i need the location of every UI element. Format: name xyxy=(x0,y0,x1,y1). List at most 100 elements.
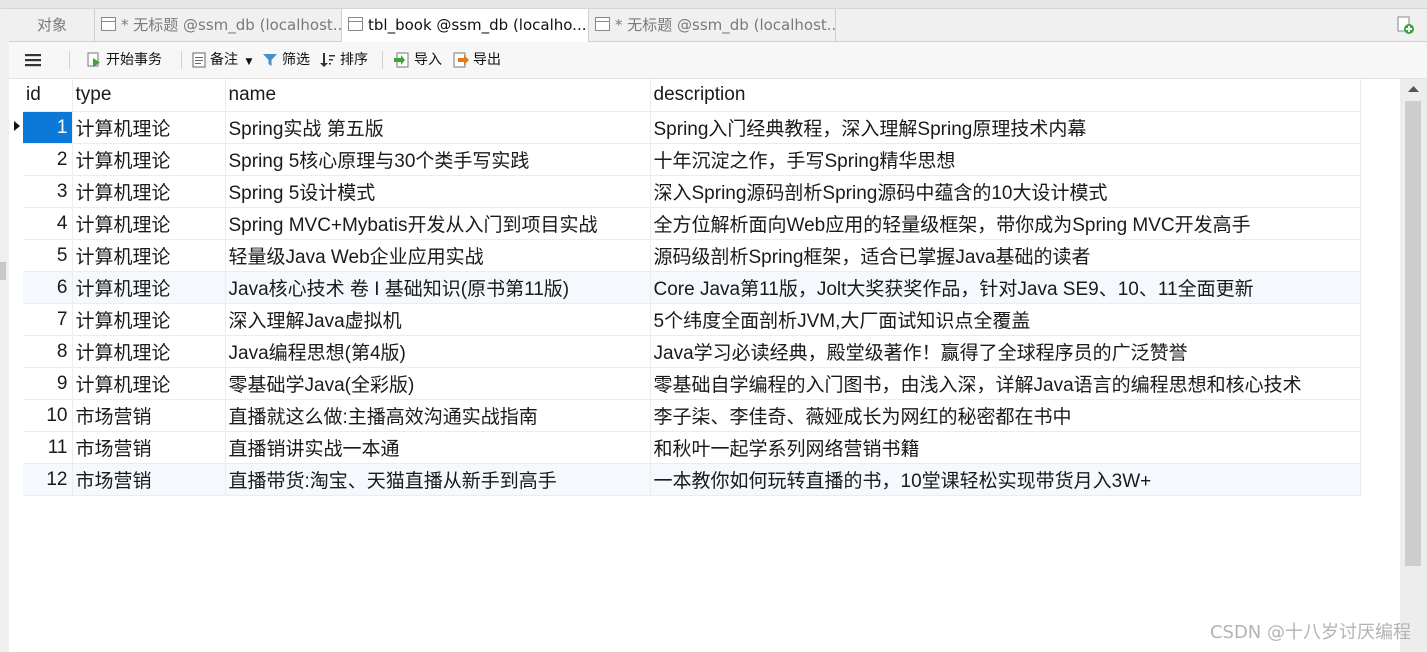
splitter-handle[interactable] xyxy=(0,262,6,280)
table-row[interactable]: 8 计算机理论 Java编程思想(第4版) Java学习必读经典，殿堂级著作！赢… xyxy=(23,335,1361,368)
tab-untitled-query-1[interactable]: * 无标题 @ssm_db (localhost... xyxy=(95,9,342,41)
memo-icon xyxy=(192,52,206,68)
tab-label: 对象 xyxy=(37,16,68,34)
cell-name[interactable]: 直播就这么做:主播高效沟通实战指南 xyxy=(225,399,651,432)
cell-name[interactable]: Java核心技术 卷 I 基础知识(原书第11版) xyxy=(225,271,651,304)
cell-type[interactable]: 计算机理论 xyxy=(72,239,226,272)
tab-untitled-query-2[interactable]: * 无标题 @ssm_db (localhost... xyxy=(589,9,836,41)
cell-name[interactable]: 零基础学Java(全彩版) xyxy=(225,367,651,400)
cell-id[interactable]: 6 xyxy=(23,271,73,304)
column-header-name[interactable]: name xyxy=(225,79,651,112)
new-query-icon[interactable] xyxy=(1395,15,1415,35)
cell-name[interactable]: Spring MVC+Mybatis开发从入门到项目实战 xyxy=(225,207,651,240)
tab-objects[interactable]: 对象 xyxy=(9,9,95,41)
export-button[interactable]: 导出 xyxy=(453,42,501,78)
toolbar: 开始事务 备注 ▼ 筛选 排序 导入 导出 xyxy=(9,42,1427,79)
cell-id[interactable]: 9 xyxy=(23,367,73,400)
cell-description[interactable]: Java学习必读经典，殿堂级著作！赢得了全球程序员的广泛赞誉 xyxy=(650,335,1361,368)
scroll-up-icon[interactable] xyxy=(1400,79,1427,99)
column-header-type[interactable]: type xyxy=(72,79,226,112)
begin-transaction-button[interactable]: 开始事务 xyxy=(86,42,162,78)
cell-type[interactable]: 计算机理论 xyxy=(72,303,226,336)
cell-type[interactable]: 计算机理论 xyxy=(72,335,226,368)
cell-type[interactable]: 市场营销 xyxy=(72,431,226,464)
toolbar-separator xyxy=(382,51,383,69)
watermark: CSDN @十八岁讨厌编程 xyxy=(1209,622,1411,643)
table-row[interactable]: 12 市场营销 直播带货:淘宝、天猫直播从新手到高手 一本教你如何玩转直播的书，… xyxy=(23,463,1361,496)
cell-description[interactable]: 一本教你如何玩转直播的书，10堂课轻松实现带货月入3W+ xyxy=(650,463,1361,496)
cell-type[interactable]: 计算机理论 xyxy=(72,207,226,240)
table-row[interactable]: 4 计算机理论 Spring MVC+Mybatis开发从入门到项目实战 全方位… xyxy=(23,207,1361,240)
vertical-scrollbar[interactable] xyxy=(1400,79,1427,652)
column-header-id[interactable]: id xyxy=(23,79,73,112)
cell-type[interactable]: 计算机理论 xyxy=(72,367,226,400)
cell-name[interactable]: Spring实战 第五版 xyxy=(225,111,651,144)
cell-description[interactable]: 零基础自学编程的入门图书，由浅入深，详解Java语言的编程思想和核心技术 xyxy=(650,367,1361,400)
cell-description[interactable]: 李子柒、李佳奇、薇娅成长为网红的秘密都在书中 xyxy=(650,399,1361,432)
tab-bar: 对象 * 无标题 @ssm_db (localhost... tbl_book … xyxy=(9,9,1427,42)
cell-type[interactable]: 计算机理论 xyxy=(72,175,226,208)
begin-transaction-label: 开始事务 xyxy=(106,52,162,68)
cell-type[interactable]: 市场营销 xyxy=(72,399,226,432)
cell-name[interactable]: Spring 5设计模式 xyxy=(225,175,651,208)
cell-id[interactable]: 1 xyxy=(23,111,73,144)
cell-id[interactable]: 11 xyxy=(23,431,73,464)
cell-id[interactable]: 5 xyxy=(23,239,73,272)
cell-name[interactable]: 深入理解Java虚拟机 xyxy=(225,303,651,336)
cell-name[interactable]: 直播带货:淘宝、天猫直播从新手到高手 xyxy=(225,463,651,496)
table-row[interactable]: 11 市场营销 直播销讲实战一本通 和秋叶一起学系列网络营销书籍 xyxy=(23,431,1361,464)
table-row[interactable]: 9 计算机理论 零基础学Java(全彩版) 零基础自学编程的入门图书，由浅入深，… xyxy=(23,367,1361,400)
menu-icon xyxy=(25,54,41,67)
filter-button[interactable]: 筛选 xyxy=(262,42,310,78)
cell-id[interactable]: 12 xyxy=(23,463,73,496)
tab-label: * 无标题 @ssm_db (localhost... xyxy=(615,16,836,34)
header-row: id type name description xyxy=(23,79,1361,112)
cell-id[interactable]: 8 xyxy=(23,335,73,368)
tab-tbl-book[interactable]: tbl_book @ssm_db (localho... xyxy=(342,9,589,42)
cell-name[interactable]: Java编程思想(第4版) xyxy=(225,335,651,368)
cell-id[interactable]: 7 xyxy=(23,303,73,336)
table-row[interactable]: 1 计算机理论 Spring实战 第五版 Spring入门经典教程，深入理解Sp… xyxy=(23,111,1361,144)
cell-description[interactable]: 深入Spring源码剖析Spring源码中蕴含的10大设计模式 xyxy=(650,175,1361,208)
memo-dropdown-icon[interactable]: ▼ xyxy=(245,57,252,67)
transaction-icon xyxy=(87,52,100,67)
cell-name[interactable]: 轻量级Java Web企业应用实战 xyxy=(225,239,651,272)
table-row[interactable]: 6 计算机理论 Java核心技术 卷 I 基础知识(原书第11版) Core J… xyxy=(23,271,1361,304)
table-row[interactable]: 7 计算机理论 深入理解Java虚拟机 5个纬度全面剖析JVM,大厂面试知识点全… xyxy=(23,303,1361,336)
memo-button[interactable]: 备注 ▼ xyxy=(192,42,252,78)
cell-name[interactable]: Spring 5核心原理与30个类手写实践 xyxy=(225,143,651,176)
cell-description[interactable]: 5个纬度全面剖析JVM,大厂面试知识点全覆盖 xyxy=(650,303,1361,336)
export-label: 导出 xyxy=(473,52,501,68)
data-grid-area: id type name description 1 计算机理论 Spring实… xyxy=(9,79,1400,652)
sort-icon xyxy=(320,53,335,67)
table-row[interactable]: 5 计算机理论 轻量级Java Web企业应用实战 源码级剖析Spring框架，… xyxy=(23,239,1361,272)
table-row[interactable]: 10 市场营销 直播就这么做:主播高效沟通实战指南 李子柒、李佳奇、薇娅成长为网… xyxy=(23,399,1361,432)
cell-id[interactable]: 4 xyxy=(23,207,73,240)
cell-description[interactable]: 全方位解析面向Web应用的轻量级框架，带你成为Spring MVC开发高手 xyxy=(650,207,1361,240)
toolbar-separator xyxy=(181,51,182,69)
cell-type[interactable]: 计算机理论 xyxy=(72,111,226,144)
cell-id[interactable]: 3 xyxy=(23,175,73,208)
cell-name[interactable]: 直播销讲实战一本通 xyxy=(225,431,651,464)
cell-description[interactable]: Core Java第11版，Jolt大奖获奖作品，针对Java SE9、10、1… xyxy=(650,271,1361,304)
table-row[interactable]: 3 计算机理论 Spring 5设计模式 深入Spring源码剖析Spring源… xyxy=(23,175,1361,208)
cell-id[interactable]: 2 xyxy=(23,143,73,176)
cell-type[interactable]: 市场营销 xyxy=(72,463,226,496)
cell-type[interactable]: 计算机理论 xyxy=(72,271,226,304)
cell-description[interactable]: Spring入门经典教程，深入理解Spring原理技术内幕 xyxy=(650,111,1361,144)
cell-description[interactable]: 十年沉淀之作，手写Spring精华思想 xyxy=(650,143,1361,176)
cell-description[interactable]: 源码级剖析Spring框架，适合已掌握Java基础的读者 xyxy=(650,239,1361,272)
menu-button[interactable] xyxy=(25,42,45,78)
tab-label: * 无标题 @ssm_db (localhost... xyxy=(121,16,342,34)
export-icon xyxy=(453,52,469,68)
import-label: 导入 xyxy=(414,52,442,68)
column-header-description[interactable]: description xyxy=(650,79,1361,112)
scrollbar-thumb[interactable] xyxy=(1405,101,1421,566)
cell-type[interactable]: 计算机理论 xyxy=(72,143,226,176)
cell-description[interactable]: 和秋叶一起学系列网络营销书籍 xyxy=(650,431,1361,464)
query-tab-icon xyxy=(101,17,116,31)
sort-button[interactable]: 排序 xyxy=(320,42,368,78)
cell-id[interactable]: 10 xyxy=(23,399,73,432)
table-row[interactable]: 2 计算机理论 Spring 5核心原理与30个类手写实践 十年沉淀之作，手写S… xyxy=(23,143,1361,176)
import-button[interactable]: 导入 xyxy=(394,42,442,78)
